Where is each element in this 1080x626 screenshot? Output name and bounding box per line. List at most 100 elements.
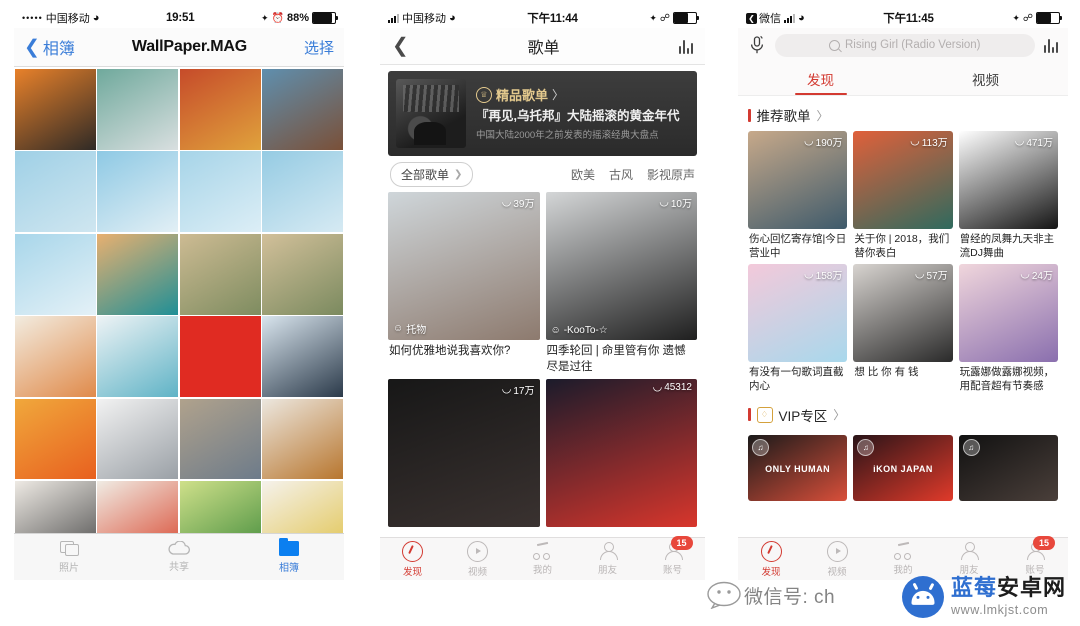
genre-tag[interactable]: 古风 [609,166,633,183]
photo-thumbnail[interactable] [15,398,96,480]
carrier-label: 中国移动 [402,13,446,25]
headphone-icon: ◡ [659,196,669,208]
photo-thumbnail[interactable] [262,316,343,397]
vip-card-label: iKON JAPAN [873,463,933,474]
person-icon: ☺ [393,323,404,334]
signal-bars-icon [388,13,399,23]
wifi-icon: ◕ [92,12,100,24]
playlist-card-4[interactable]: ◡ 45312 [545,379,697,528]
watermark: 微信号: ch 蓝莓安卓网 www.lmkjst.com [706,566,1080,624]
playlist-author: ☺ 托物 [393,321,426,336]
vip-card-label: ONLY HUMAN [765,463,831,474]
recommend-card-2[interactable]: ◡ 113万 关于你 | 2018，我们替你表白 [853,131,953,260]
section-recommend-title: 推荐歌单 [756,109,811,124]
status-right: ✦ ⏰ 88% [260,12,338,24]
status-clock: 19:51 [165,12,195,24]
photo-thumbnail[interactable] [15,233,96,315]
banner-title: 『再见,乌托邦』大陆摇滚的黄金年代 [476,109,680,124]
wifi-icon: ◕ [449,12,456,24]
tab-朋友[interactable]: 朋友 [575,538,640,580]
location-icon: ✦ [1012,12,1020,23]
photo-thumbnail[interactable] [179,316,261,397]
tab-discover-music[interactable]: 发现 [738,62,903,95]
tab-账号[interactable]: 15 账号 [640,536,705,580]
person-icon [599,542,618,560]
recommend-card-4[interactable]: ◡ 158万 有没有一句歌词直截内心 [748,264,848,393]
tab-label: 账号 [662,565,682,576]
video-play-icon [826,540,848,562]
play-count-value: 10万 [670,199,692,210]
select-button[interactable]: 选择 [304,37,334,58]
playlist-title: 四季轮回 | 命里管有你 遗憾尽是过往 [546,345,686,373]
equalizer-icon[interactable] [1043,38,1058,53]
tab-我的[interactable]: 我的 [510,538,575,580]
battery-icon [312,12,338,24]
netease-disc-icon [402,540,423,562]
photo-thumbnail[interactable] [97,316,179,397]
vip-card-ikon-japan[interactable]: ♫ iKON JAPAN [853,434,953,501]
tab-radio[interactable]: 视频 [903,62,1068,95]
photos-navbar: ❮ 相簿 WallPaper.MAG 选择 [14,28,344,67]
person-icon: ☺ [550,325,561,336]
photo-thumbnail[interactable] [179,233,261,315]
photo-thumbnail[interactable] [262,398,343,480]
search-icon [829,39,840,51]
tab-shared[interactable]: 共享 [124,534,234,580]
photo-thumbnail[interactable] [15,69,96,150]
signal-bars-icon [784,13,795,23]
photo-thumbnail[interactable] [262,69,343,150]
all-playlists-label: 全部歌单 [401,167,450,182]
vip-grid: ♫ ONLY HUMAN ♫ iKON JAPAN ♫ [738,431,1068,501]
photo-thumbnail[interactable] [97,233,179,315]
featured-banner[interactable]: ♕ 精品歌单 〉 『再见,乌托邦』大陆摇滚的黄金年代 中国大陆2000年之前发表… [388,71,697,156]
playlist-card-2[interactable]: ◡ 10万 ☺ -KooTo-☆ 四季轮回 | 命里管有你 遗憾尽是过往 [545,192,697,375]
return-to-wechat-button[interactable]: ❮ 微信 [746,10,781,26]
photo-thumbnail[interactable] [262,151,343,233]
play-count: ◡ 158万 [804,267,842,283]
vip-card-only-human[interactable]: ♫ ONLY HUMAN [748,434,848,501]
recommend-card-3[interactable]: ◡ 471万 曾经的凤舞九天非主流DJ舞曲 [958,131,1058,260]
vip-card-group-photo[interactable]: ♫ [958,434,1058,501]
photo-thumbnail[interactable] [97,398,179,480]
photo-thumbnail[interactable] [97,151,179,233]
play-count-value: 17万 [513,386,535,398]
headphone-icon: ◡ [804,135,814,147]
all-playlists-filter[interactable]: 全部歌单 ❯ [390,161,474,187]
play-count-value: 57万 [926,271,948,283]
tab-视频[interactable]: 视频 [445,538,510,580]
equalizer-icon[interactable] [678,39,693,54]
search-input[interactable]: Rising Girl (Radio Version) [775,33,1035,57]
recommend-card-6[interactable]: ◡ 24万 玩露娜做露娜视频，用配音超有节奏感 [958,264,1058,393]
chevron-left-icon[interactable]: ❮ [392,36,409,56]
photo-grid [14,67,344,562]
photo-thumbnail[interactable] [262,233,343,315]
photo-thumbnail[interactable] [179,69,261,150]
tab-发现[interactable]: 发现 [380,538,445,580]
genre-tag[interactable]: 影视原声 [647,166,695,183]
recommend-card-1[interactable]: ◡ 190万 伤心回忆寄存馆|今日营业中 [748,131,848,260]
brand-part-2: 安卓网 [997,575,1067,600]
genre-tag[interactable]: 欧美 [571,166,595,183]
tab-albums[interactable]: 相簿 [234,534,344,580]
video-play-icon [467,540,488,562]
photo-thumbnail[interactable] [179,151,261,233]
playlist-card-1[interactable]: ◡ 39万 ☺ 托物 如何优雅地说我喜欢你? [388,192,540,375]
photo-thumbnail[interactable] [15,151,96,233]
recommend-card-5[interactable]: ◡ 57万想 比 你 有 钱 [853,264,953,393]
photo-thumbnail[interactable] [179,398,261,480]
photo-thumbnail[interactable] [97,69,179,150]
playlist-card-3[interactable]: ◡ 17万 [388,379,540,528]
phone-panel-discover: ❮ 微信 ◕ 下午11:45 ✦ ☍ Rising Girl (Radio Ve… [738,8,1068,580]
microphone-icon[interactable] [748,35,766,55]
chevron-right-icon: 〉 [552,88,565,103]
playlists-navbar: ❮ 歌单 [380,28,705,65]
headphone-icon: ◡ [652,381,663,394]
photo-thumbnail[interactable] [15,316,96,397]
back-to-albums-button[interactable]: ❮ 相簿 [24,35,75,59]
tab-photos[interactable]: 照片 [14,534,124,580]
section-header-vip[interactable]: ♢ VIP专区 〉 [738,394,1068,431]
status-clock: 下午11:44 [527,13,578,25]
section-header-recommend[interactable]: 推荐歌单 〉 [738,96,1068,131]
status-bar-photos: ••••• 中国移动 ◕ 19:51 ✦ ⏰ 88% [14,8,344,28]
location-icon: ✦ [260,12,269,23]
